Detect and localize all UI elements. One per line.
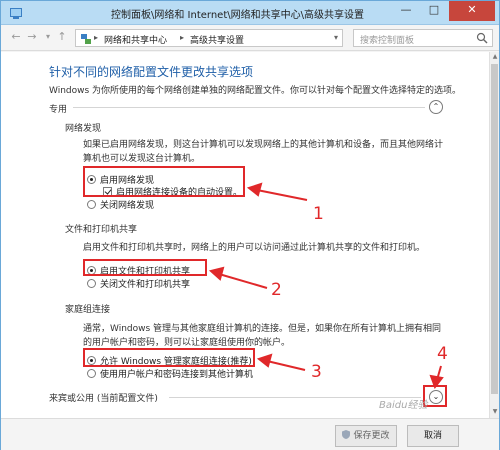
scroll-thumb[interactable] <box>491 64 498 394</box>
profile-private-title[interactable]: 专用 <box>49 102 67 115</box>
scroll-down-icon[interactable]: ▼ <box>490 408 500 415</box>
profile-guest-title[interactable]: 来宾或公用 (当前配置文件) <box>49 391 158 404</box>
address-bar: ← → ▾ ↑ ▸ 网络和共享中心 ▸ 高级共享设置 ▾ 搜索控制面板 <box>1 25 499 51</box>
save-changes-label: 保存更改 <box>353 431 390 441</box>
control-panel-icon <box>10 8 22 19</box>
window: 控制面板\网络和 Internet\网络和共享中心\高级共享设置 — □ ✕ ←… <box>0 0 500 450</box>
search-placeholder: 搜索控制面板 <box>360 36 415 46</box>
divider <box>73 107 425 108</box>
collapse-private-button[interactable]: ⌃ <box>429 100 443 114</box>
file-sharing-title: 文件和打印机共享 <box>65 225 138 235</box>
page-subtitle: Windows 为你所使用的每个网络创建单独的网络配置文件。你可以针对每个配置文… <box>49 86 462 96</box>
breadcrumb-advanced-sharing[interactable]: 高级共享设置 <box>190 33 244 46</box>
scroll-up-icon[interactable]: ▲ <box>490 53 500 60</box>
up-arrow-icon[interactable]: ↑ <box>55 30 69 44</box>
network-discovery-title: 网络发现 <box>65 124 102 134</box>
option-label: 使用用户帐户和密码连接到其他计算机 <box>100 370 254 380</box>
breadcrumb-separator-icon: ▸ <box>94 33 99 42</box>
breadcrumb-network-center[interactable]: 网络和共享中心 <box>104 33 167 46</box>
breadcrumb-separator-icon: ▸ <box>180 33 185 42</box>
network-discovery-off-radio[interactable]: 关闭网络发现 <box>87 198 154 211</box>
address-dropdown-icon[interactable]: ▾ <box>334 33 338 42</box>
minimize-button[interactable]: — <box>393 1 419 21</box>
window-title: 控制面板\网络和 Internet\网络和共享中心\高级共享设置 <box>111 10 364 21</box>
maximize-button[interactable]: □ <box>421 1 447 21</box>
back-arrow-icon[interactable]: ← <box>9 30 23 44</box>
watermark: Baidu经验 <box>379 400 428 411</box>
file-sharing-off-radio[interactable]: 关闭文件和打印机共享 <box>87 277 190 290</box>
annotation-label-3: 3 <box>311 362 322 382</box>
radio-unselected-icon <box>87 200 96 209</box>
network-discovery-description: 如果已启用网络发现，则这台计算机可以发现网络上的其他计算机和设备，而且其他网络计… <box>83 140 444 164</box>
annotation-label-1: 1 <box>313 204 324 224</box>
title-bar: 控制面板\网络和 Internet\网络和共享中心\高级共享设置 — □ ✕ <box>1 1 499 25</box>
main-content: 针对不同的网络配置文件更改共享选项 Windows 为你所使用的每个网络创建单独… <box>1 52 489 418</box>
recent-dropdown-icon[interactable]: ▾ <box>41 30 55 44</box>
cancel-button[interactable]: 取消 <box>407 425 459 447</box>
homegroup-title: 家庭组连接 <box>65 305 111 315</box>
breadcrumb[interactable]: ▸ 网络和共享中心 ▸ 高级共享设置 ▾ <box>75 29 343 47</box>
homegroup-description: 通常，Windows 管理与其他家庭组计算机的连接。但是，如果你在所有计算机上拥… <box>83 324 442 348</box>
footer-bar: 保存更改 取消 <box>1 418 499 450</box>
radio-unselected-icon <box>87 369 96 378</box>
annotation-label-2: 2 <box>271 280 282 300</box>
forward-arrow-icon[interactable]: → <box>25 30 39 44</box>
option-label: 关闭网络发现 <box>100 201 155 211</box>
annotation-box-3 <box>83 348 255 367</box>
homegroup-user-account-radio[interactable]: 使用用户帐户和密码连接到其他计算机 <box>87 367 253 380</box>
vertical-scrollbar[interactable]: ▲ ▼ <box>489 52 499 418</box>
radio-unselected-icon <box>87 279 96 288</box>
file-sharing-description: 启用文件和打印机共享时，网络上的用户可以访问通过此计算机共享的文件和打印机。 <box>83 243 426 253</box>
search-icon[interactable] <box>476 32 488 44</box>
close-button[interactable]: ✕ <box>449 1 495 21</box>
page-title: 针对不同的网络配置文件更改共享选项 <box>49 65 254 79</box>
option-label: 关闭文件和打印机共享 <box>100 280 191 290</box>
network-icon <box>81 34 91 44</box>
save-changes-button[interactable]: 保存更改 <box>335 425 397 447</box>
annotation-label-4: 4 <box>437 344 448 364</box>
annotation-box-2 <box>83 259 207 276</box>
annotation-box-1 <box>83 166 245 197</box>
uac-shield-icon <box>342 430 351 439</box>
search-box[interactable]: 搜索控制面板 <box>353 29 493 47</box>
